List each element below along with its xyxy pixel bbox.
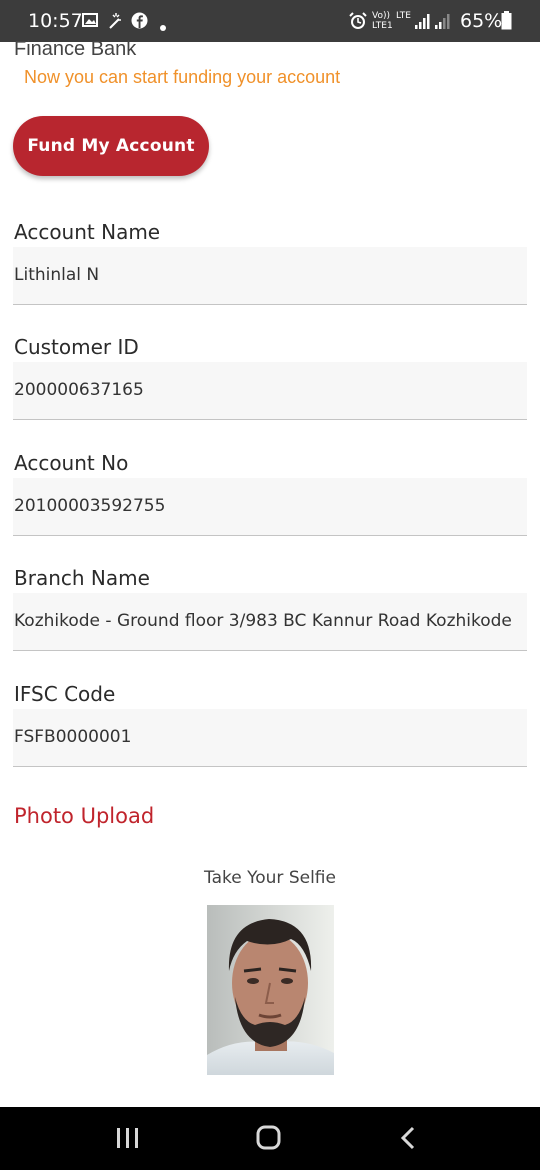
account-name-label: Account Name: [14, 220, 161, 244]
branch-name-label: Branch Name: [14, 566, 150, 590]
battery-icon: [501, 11, 512, 35]
selfie-photo[interactable]: [207, 905, 334, 1075]
notification-dot-icon: [160, 18, 166, 36]
status-bar: 10:57 Vo)) LTE1 LTE 65%: [0, 0, 540, 42]
funding-banner: Now you can start funding your account: [24, 67, 341, 87]
customer-id-value: 200000637165: [14, 380, 144, 400]
selfie-label: Take Your Selfie: [204, 868, 336, 888]
account-no-field[interactable]: 20100003592755: [13, 478, 527, 536]
ifsc-code-label: IFSC Code: [14, 682, 116, 706]
alarm-icon: [349, 12, 367, 35]
ifsc-code-value: FSFB0000001: [14, 727, 132, 747]
recent-apps-icon[interactable]: [88, 1107, 168, 1170]
back-icon[interactable]: [368, 1107, 448, 1170]
home-icon[interactable]: [228, 1107, 308, 1170]
customer-id-field[interactable]: 200000637165: [13, 362, 527, 420]
branch-name-field[interactable]: Kozhikode - Ground floor 3/983 BC Kannur…: [13, 593, 527, 651]
account-no-label: Account No: [14, 451, 129, 475]
gallery-icon: [82, 12, 98, 33]
volte-label: Vo)): [372, 11, 390, 21]
ifsc-code-field[interactable]: FSFB0000001: [13, 709, 527, 767]
facebook-icon: [131, 12, 148, 34]
account-name-field[interactable]: Lithinlal N: [13, 247, 527, 305]
navigation-bar: [0, 1107, 540, 1170]
bank-name: Finance Bank: [14, 38, 137, 60]
magic-wand-icon: [106, 12, 124, 35]
account-name-value: Lithinlal N: [14, 265, 100, 285]
branch-name-value: Kozhikode - Ground floor 3/983 BC Kannur…: [14, 611, 512, 631]
signal-icon: [414, 12, 432, 35]
fund-my-account-button[interactable]: Fund My Account: [13, 116, 209, 176]
signal-icon-2: [434, 12, 452, 35]
lte1-label: LTE1: [372, 21, 393, 31]
customer-id-label: Customer ID: [14, 335, 139, 359]
status-time: 10:57: [28, 10, 83, 32]
photo-upload-title: Photo Upload: [14, 804, 155, 828]
account-no-value: 20100003592755: [14, 496, 166, 516]
lte-label: LTE: [396, 11, 411, 21]
battery-percent: 65%: [460, 10, 503, 32]
